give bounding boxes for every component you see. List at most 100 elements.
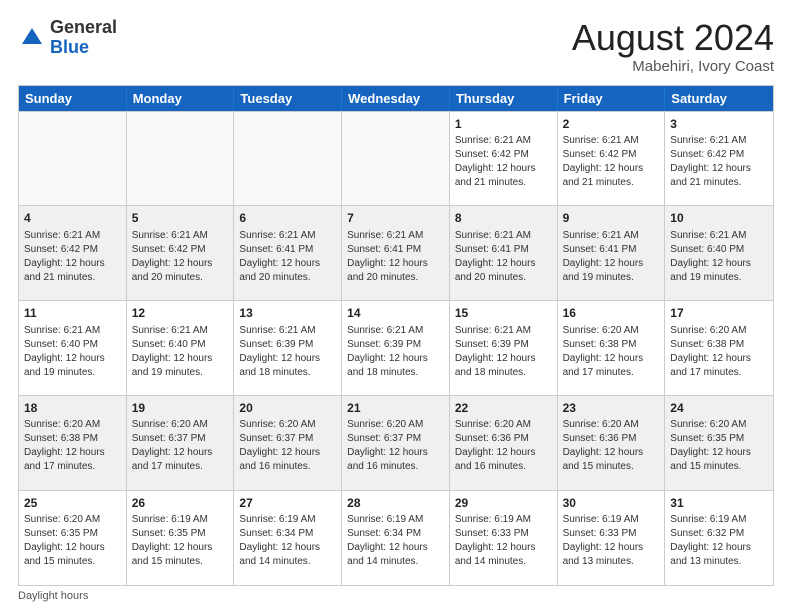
day-number: 18 [24, 400, 121, 416]
day-number: 23 [563, 400, 660, 416]
cal-header-monday: Monday [127, 86, 235, 111]
day-number: 8 [455, 210, 552, 226]
day-info: Sunrise: 6:21 AMSunset: 6:42 PMDaylight:… [563, 134, 660, 190]
footer-note: Daylight hours [18, 586, 774, 602]
cal-header-sunday: Sunday [19, 86, 127, 111]
day-info: Sunrise: 6:21 AMSunset: 6:40 PMDaylight:… [24, 324, 121, 380]
day-info: Sunrise: 6:19 AMSunset: 6:34 PMDaylight:… [239, 513, 336, 569]
day-number: 28 [347, 495, 444, 511]
cal-cell: 3 Sunrise: 6:21 AMSunset: 6:42 PMDaylight… [665, 112, 773, 206]
day-number: 5 [132, 210, 229, 226]
day-info: Sunrise: 6:21 AMSunset: 6:41 PMDaylight:… [347, 229, 444, 285]
cal-week-2: 11 Sunrise: 6:21 AMSunset: 6:40 PMDayligh… [19, 300, 773, 395]
day-info: Sunrise: 6:20 AMSunset: 6:38 PMDaylight:… [563, 324, 660, 380]
cal-cell: 12 Sunrise: 6:21 AMSunset: 6:40 PMDayligh… [127, 301, 235, 395]
cal-cell [234, 112, 342, 206]
day-info: Sunrise: 6:20 AMSunset: 6:37 PMDaylight:… [239, 418, 336, 474]
day-info: Sunrise: 6:21 AMSunset: 6:39 PMDaylight:… [455, 324, 552, 380]
day-number: 7 [347, 210, 444, 226]
calendar-header-row: SundayMondayTuesdayWednesdayThursdayFrid… [19, 86, 773, 111]
day-number: 26 [132, 495, 229, 511]
cal-week-0: 1 Sunrise: 6:21 AMSunset: 6:42 PMDaylight… [19, 111, 773, 206]
day-number: 24 [670, 400, 768, 416]
cal-cell: 24 Sunrise: 6:20 AMSunset: 6:35 PMDayligh… [665, 396, 773, 490]
cal-cell: 13 Sunrise: 6:21 AMSunset: 6:39 PMDayligh… [234, 301, 342, 395]
day-info: Sunrise: 6:20 AMSunset: 6:35 PMDaylight:… [670, 418, 768, 474]
cal-cell: 7 Sunrise: 6:21 AMSunset: 6:41 PMDaylight… [342, 206, 450, 300]
day-info: Sunrise: 6:19 AMSunset: 6:33 PMDaylight:… [455, 513, 552, 569]
day-info: Sunrise: 6:20 AMSunset: 6:35 PMDaylight:… [24, 513, 121, 569]
day-number: 13 [239, 305, 336, 321]
cal-cell: 23 Sunrise: 6:20 AMSunset: 6:36 PMDayligh… [558, 396, 666, 490]
day-info: Sunrise: 6:20 AMSunset: 6:38 PMDaylight:… [24, 418, 121, 474]
day-info: Sunrise: 6:21 AMSunset: 6:42 PMDaylight:… [455, 134, 552, 190]
day-info: Sunrise: 6:21 AMSunset: 6:42 PMDaylight:… [670, 134, 768, 190]
day-info: Sunrise: 6:20 AMSunset: 6:36 PMDaylight:… [455, 418, 552, 474]
day-info: Sunrise: 6:21 AMSunset: 6:40 PMDaylight:… [670, 229, 768, 285]
title-month: August 2024 [572, 18, 774, 58]
day-number: 16 [563, 305, 660, 321]
cal-cell [127, 112, 235, 206]
cal-week-1: 4 Sunrise: 6:21 AMSunset: 6:42 PMDaylight… [19, 205, 773, 300]
cal-cell: 2 Sunrise: 6:21 AMSunset: 6:42 PMDaylight… [558, 112, 666, 206]
logo: General Blue [18, 18, 117, 58]
cal-cell: 8Sunrise: 6:21 AMSunset: 6:41 PMDaylight… [450, 206, 558, 300]
day-info: Sunrise: 6:20 AMSunset: 6:36 PMDaylight:… [563, 418, 660, 474]
cal-cell: 15 Sunrise: 6:21 AMSunset: 6:39 PMDayligh… [450, 301, 558, 395]
day-number: 12 [132, 305, 229, 321]
day-number: 4 [24, 210, 121, 226]
day-number: 29 [455, 495, 552, 511]
day-number: 17 [670, 305, 768, 321]
logo-icon [18, 24, 46, 52]
cal-cell: 22 Sunrise: 6:20 AMSunset: 6:36 PMDayligh… [450, 396, 558, 490]
logo-general-text: General [50, 17, 117, 37]
cal-cell: 6Sunrise: 6:21 AMSunset: 6:41 PMDaylight… [234, 206, 342, 300]
header: General Blue August 2024 Mabehiri, Ivory… [18, 18, 774, 75]
cal-cell: 5 Sunrise: 6:21 AMSunset: 6:42 PMDaylight… [127, 206, 235, 300]
day-info: Sunrise: 6:21 AMSunset: 6:39 PMDaylight:… [239, 324, 336, 380]
cal-header-thursday: Thursday [450, 86, 558, 111]
day-number: 22 [455, 400, 552, 416]
day-number: 20 [239, 400, 336, 416]
cal-cell: 18 Sunrise: 6:20 AMSunset: 6:38 PMDayligh… [19, 396, 127, 490]
cal-cell: 14Sunrise: 6:21 AMSunset: 6:39 PMDayligh… [342, 301, 450, 395]
day-info: Sunrise: 6:20 AMSunset: 6:37 PMDaylight:… [132, 418, 229, 474]
cal-cell: 26 Sunrise: 6:19 AMSunset: 6:35 PMDayligh… [127, 491, 235, 585]
cal-cell [342, 112, 450, 206]
cal-cell: 27 Sunrise: 6:19 AMSunset: 6:34 PMDayligh… [234, 491, 342, 585]
logo-blue-text: Blue [50, 37, 89, 57]
cal-cell: 20 Sunrise: 6:20 AMSunset: 6:37 PMDayligh… [234, 396, 342, 490]
day-number: 9 [563, 210, 660, 226]
day-info: Sunrise: 6:19 AMSunset: 6:33 PMDaylight:… [563, 513, 660, 569]
cal-cell [19, 112, 127, 206]
day-number: 14 [347, 305, 444, 321]
day-number: 1 [455, 116, 552, 132]
day-info: Sunrise: 6:21 AMSunset: 6:40 PMDaylight:… [132, 324, 229, 380]
cal-cell: 31Sunrise: 6:19 AMSunset: 6:32 PMDayligh… [665, 491, 773, 585]
day-info: Sunrise: 6:21 AMSunset: 6:42 PMDaylight:… [132, 229, 229, 285]
cal-cell: 9Sunrise: 6:21 AMSunset: 6:41 PMDaylight… [558, 206, 666, 300]
title-location: Mabehiri, Ivory Coast [572, 58, 774, 75]
cal-cell: 4Sunrise: 6:21 AMSunset: 6:42 PMDaylight… [19, 206, 127, 300]
day-number: 30 [563, 495, 660, 511]
cal-week-3: 18 Sunrise: 6:20 AMSunset: 6:38 PMDayligh… [19, 395, 773, 490]
day-number: 15 [455, 305, 552, 321]
day-number: 10 [670, 210, 768, 226]
cal-header-friday: Friday [558, 86, 666, 111]
cal-cell: 25 Sunrise: 6:20 AMSunset: 6:35 PMDayligh… [19, 491, 127, 585]
calendar-body: 1 Sunrise: 6:21 AMSunset: 6:42 PMDaylight… [19, 111, 773, 585]
day-number: 27 [239, 495, 336, 511]
cal-cell: 1 Sunrise: 6:21 AMSunset: 6:42 PMDaylight… [450, 112, 558, 206]
cal-cell: 11 Sunrise: 6:21 AMSunset: 6:40 PMDayligh… [19, 301, 127, 395]
day-number: 3 [670, 116, 768, 132]
day-number: 11 [24, 305, 121, 321]
day-number: 21 [347, 400, 444, 416]
day-info: Sunrise: 6:19 AMSunset: 6:35 PMDaylight:… [132, 513, 229, 569]
day-number: 2 [563, 116, 660, 132]
day-info: Sunrise: 6:20 AMSunset: 6:38 PMDaylight:… [670, 324, 768, 380]
day-info: Sunrise: 6:20 AMSunset: 6:37 PMDaylight:… [347, 418, 444, 474]
day-number: 25 [24, 495, 121, 511]
day-info: Sunrise: 6:19 AMSunset: 6:32 PMDaylight:… [670, 513, 768, 569]
day-info: Sunrise: 6:19 AMSunset: 6:34 PMDaylight:… [347, 513, 444, 569]
cal-header-tuesday: Tuesday [234, 86, 342, 111]
